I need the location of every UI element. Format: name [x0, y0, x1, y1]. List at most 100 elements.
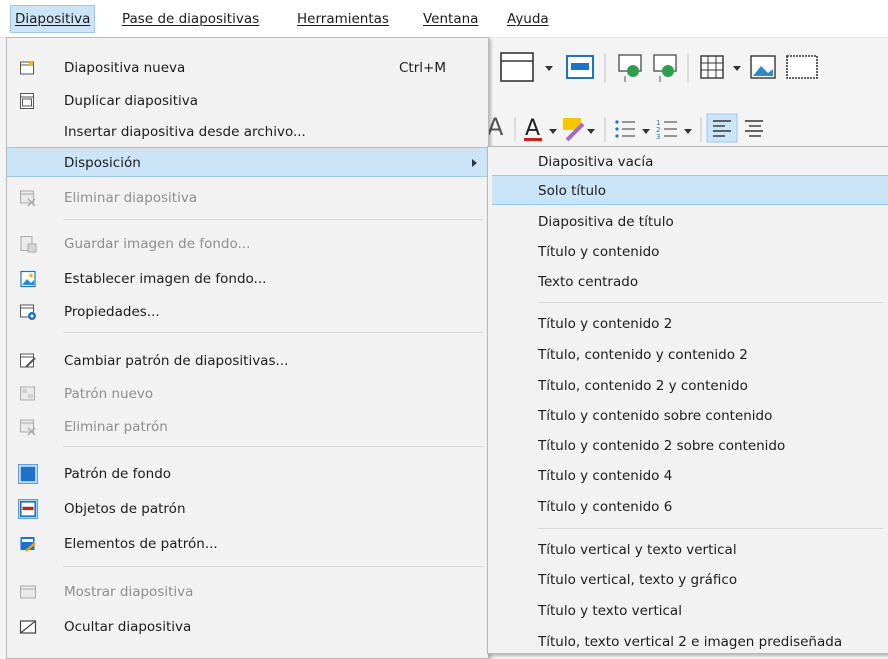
layout-label: Título, contenido 2 y contenido — [538, 378, 748, 394]
layout-titulo-y-contenido-6[interactable]: Título y contenido 6 — [488, 492, 888, 522]
menu-item-eliminar-diapositiva[interactable]: Eliminar diapositiva — [7, 183, 488, 213]
menu-item-establecer-imagen-de-fondo[interactable]: Establecer imagen de fondo... — [7, 264, 488, 294]
set-background-image-icon — [20, 270, 36, 288]
menu-item-eliminar-patron[interactable]: Eliminar patrón — [7, 412, 488, 442]
menu-item-elementos-de-patron[interactable]: Elementos de patrón... — [7, 529, 488, 559]
menu-separator — [63, 446, 483, 447]
table-icon[interactable] — [700, 55, 724, 79]
chevron-down-icon[interactable] — [733, 66, 741, 71]
menu-item-ocultar-diapositiva[interactable]: Ocultar diapositiva — [7, 612, 488, 642]
start-slideshow-icon[interactable] — [618, 54, 642, 82]
svg-text:3: 3 — [656, 133, 660, 141]
layout-titulo-y-contenido-4[interactable]: Título y contenido 4 — [488, 461, 888, 491]
layout-texto-centrado[interactable]: Texto centrado — [488, 267, 888, 297]
menu-item-cambiar-patron-de-diapositivas[interactable]: Cambiar patrón de diapositivas... — [7, 346, 488, 376]
layout-label: Solo título — [538, 183, 607, 199]
menu-item-disposicion[interactable]: Disposición — [7, 147, 488, 177]
master-background-icon — [18, 464, 38, 484]
menu-item-label: Establecer imagen de fondo... — [64, 271, 267, 287]
disposicion-submenu: Diapositiva vacía Solo título Diapositiv… — [487, 146, 888, 654]
layout-solo-titulo[interactable]: Solo título — [492, 175, 888, 205]
highlight-color-icon[interactable] — [563, 118, 585, 142]
start-from-current-icon[interactable] — [653, 54, 677, 82]
menu-item-label: Patrón de fondo — [64, 466, 172, 482]
menu-item-label: Cambiar patrón de diapositivas... — [64, 353, 289, 369]
menu-item-patron-nuevo[interactable]: Patrón nuevo — [7, 379, 488, 409]
chevron-down-icon[interactable] — [642, 129, 650, 134]
menu-item-diapositiva-nueva[interactable]: Diapositiva nueva Ctrl+M — [7, 53, 488, 83]
layout-titulo-y-contenido-2-sobre-contenido[interactable]: Título y contenido 2 sobre contenido — [488, 431, 888, 461]
menu-item-label: Mostrar diapositiva — [64, 584, 194, 600]
layout-label: Título, texto vertical 2 e imagen predis… — [538, 634, 843, 650]
chevron-down-icon[interactable] — [545, 66, 553, 71]
submenu-separator — [538, 302, 883, 303]
menu-item-label: Ocultar diapositiva — [64, 619, 192, 635]
menu-separator — [63, 219, 483, 220]
submenu-arrow-icon — [472, 159, 477, 167]
layout-label: Texto centrado — [538, 274, 639, 290]
display-views-icon[interactable] — [566, 55, 594, 79]
layout-titulo-vertical-texto-y-grafico[interactable]: Título vertical, texto y gráfico — [488, 565, 888, 595]
layout-titulo-contenido-y-contenido-2[interactable]: Título, contenido y contenido 2 — [488, 340, 888, 370]
chevron-down-icon[interactable] — [587, 129, 595, 134]
menu-item-label: Diapositiva nueva — [64, 60, 186, 76]
align-left-icon[interactable] — [706, 113, 738, 143]
menu-item-label: Eliminar patrón — [64, 419, 168, 435]
font-color-icon[interactable]: A — [524, 116, 542, 141]
menu-pase-de-diapositivas[interactable]: Pase de diapositivas — [118, 6, 263, 32]
menu-separator — [63, 332, 483, 333]
menu-item-guardar-imagen-de-fondo[interactable]: Guardar imagen de fondo... — [7, 229, 488, 259]
menu-herramientas[interactable]: Herramientas — [293, 6, 393, 32]
menu-item-label: Insertar diapositiva desde archivo... — [64, 124, 306, 140]
layout-titulo-y-contenido[interactable]: Título y contenido — [488, 237, 888, 267]
toolbar-icons: A A 1 2 3 — [487, 52, 818, 143]
layout-label: Título y contenido — [538, 244, 660, 260]
menu-item-label: Disposición — [64, 155, 141, 171]
delete-master-icon — [20, 419, 36, 436]
menu-item-patron-de-fondo[interactable]: Patrón de fondo — [7, 459, 488, 489]
menu-item-label: Propiedades... — [64, 304, 160, 320]
chevron-down-icon[interactable] — [684, 129, 692, 134]
layout-titulo-texto-vertical-2-e-imagen[interactable]: Título, texto vertical 2 e imagen predis… — [488, 627, 888, 657]
layout-label: Título y texto vertical — [538, 603, 682, 619]
layout-titulo-contenido-2-y-contenido[interactable]: Título, contenido 2 y contenido — [488, 371, 888, 401]
clear-formatting-icon[interactable]: A — [487, 113, 504, 141]
layout-label: Título vertical y texto vertical — [538, 542, 737, 558]
duplicate-slide-icon — [20, 93, 34, 109]
menu-item-objetos-de-patron[interactable]: Objetos de patrón — [7, 494, 488, 524]
menubar: Diapositiva Pase de diapositivas Herrami… — [0, 0, 888, 38]
menu-ayuda[interactable]: Ayuda — [503, 6, 553, 32]
save-background-icon — [20, 236, 37, 253]
delete-slide-icon — [20, 190, 36, 207]
menu-item-insertar-diapositiva-desde-archivo[interactable]: Insertar diapositiva desde archivo... — [7, 117, 488, 147]
menu-diapositiva[interactable]: Diapositiva — [10, 5, 96, 33]
layout-titulo-vertical-y-texto-vertical[interactable]: Título vertical y texto vertical — [488, 535, 888, 565]
align-center-icon[interactable] — [745, 120, 763, 137]
change-master-icon — [20, 353, 36, 368]
menu-separator — [63, 566, 483, 567]
menu-item-label: Eliminar diapositiva — [64, 190, 198, 206]
chevron-down-icon[interactable] — [549, 129, 557, 134]
slide-layout-icon[interactable] — [500, 52, 534, 82]
menu-item-duplicar-diapositiva[interactable]: Duplicar diapositiva — [7, 86, 488, 116]
layout-diapositiva-de-titulo[interactable]: Diapositiva de título — [488, 207, 888, 237]
menu-item-propiedades[interactable]: Propiedades... — [7, 297, 488, 327]
new-master-icon — [20, 386, 35, 401]
layout-diapositiva-vacia[interactable]: Diapositiva vacía — [488, 147, 888, 177]
unordered-list-icon[interactable] — [615, 120, 635, 138]
image-icon[interactable] — [750, 55, 776, 79]
master-objects-icon — [18, 499, 38, 519]
layout-titulo-y-contenido-sobre-contenido[interactable]: Título y contenido sobre contenido — [488, 401, 888, 431]
menu-item-label: Objetos de patrón — [64, 501, 186, 517]
layout-label: Título y contenido 2 sobre contenido — [538, 438, 786, 454]
layout-label: Título, contenido y contenido 2 — [538, 347, 748, 363]
menu-item-mostrar-diapositiva[interactable]: Mostrar diapositiva — [7, 577, 488, 607]
layout-label: Título y contenido 2 — [538, 316, 673, 332]
ordered-list-icon[interactable]: 1 2 3 — [656, 119, 677, 141]
menu-ventana[interactable]: Ventana — [419, 6, 482, 32]
text-box-icon[interactable] — [786, 55, 818, 79]
layout-label: Título y contenido 6 — [538, 499, 673, 515]
layout-titulo-y-contenido-2[interactable]: Título y contenido 2 — [488, 309, 888, 339]
layout-titulo-y-texto-vertical[interactable]: Título y texto vertical — [488, 596, 888, 626]
layout-label: Título y contenido sobre contenido — [538, 408, 773, 424]
